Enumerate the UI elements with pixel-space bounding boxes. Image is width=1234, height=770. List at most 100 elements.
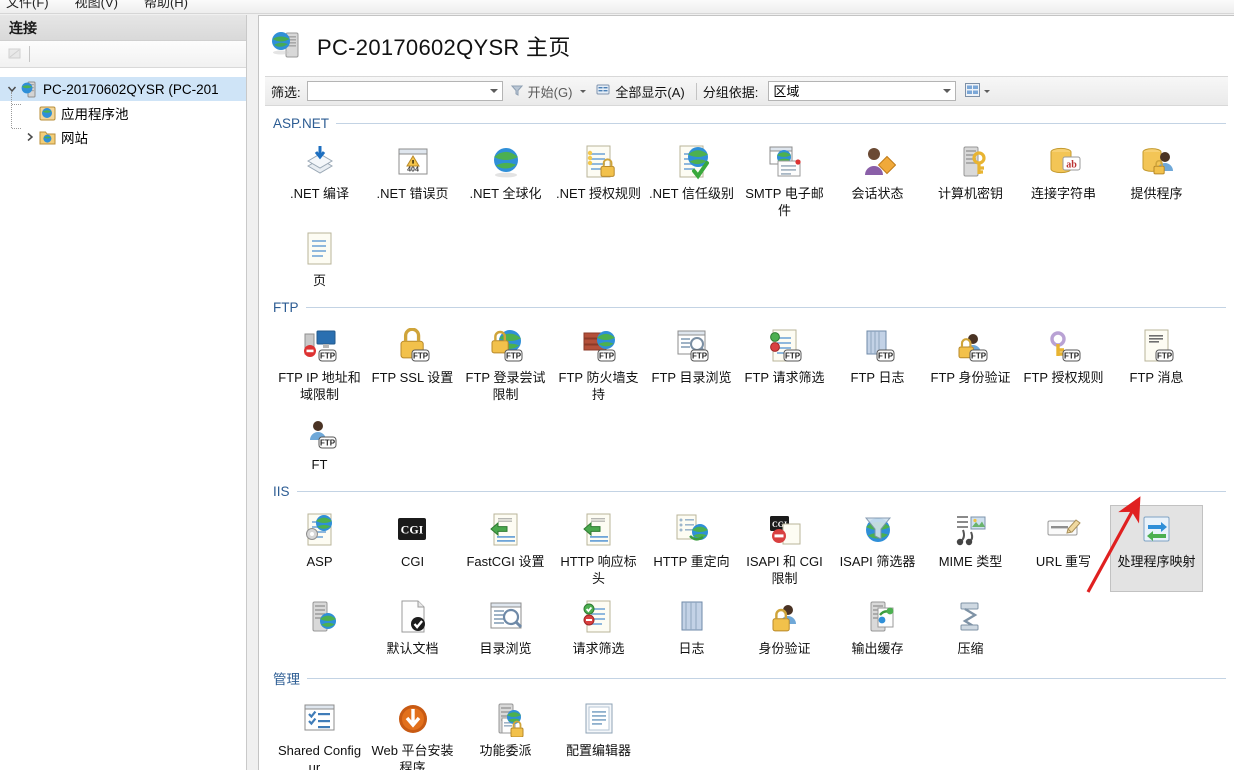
feature-tile[interactable]: .NET 授权规则 <box>552 137 645 224</box>
feature-tile[interactable]: FTP FTP 授权规则 <box>1017 321 1110 408</box>
menu-item[interactable]: 视图(V) <box>75 0 118 11</box>
feature-tile[interactable]: 页 <box>273 224 366 294</box>
feature-tile-label: 目录浏览 <box>479 641 532 656</box>
feature-tile[interactable]: HTTP 响应标头 <box>552 505 645 592</box>
authentication-icon <box>767 599 803 635</box>
handler-mappings-icon <box>1139 512 1175 548</box>
chevron-down-icon[interactable] <box>984 89 991 93</box>
feature-tile-label: 配置编辑器 <box>565 743 631 758</box>
show-all-label: 全部显示(A) <box>615 84 685 100</box>
feature-tile-label: FTP 身份验证 <box>930 370 1011 385</box>
feature-tile[interactable]: FTP FT <box>273 408 366 478</box>
chevron-down-icon[interactable] <box>489 89 498 93</box>
view-mode-icon <box>964 82 981 101</box>
feature-tile[interactable]: 计算机密钥 <box>924 137 1017 224</box>
view-mode-button[interactable] <box>964 82 991 101</box>
feature-tile-label: FTP SSL 设置 <box>371 370 454 385</box>
chevron-down-icon[interactable] <box>943 89 952 93</box>
feature-tile[interactable]: FTP FTP 防火墙支持 <box>552 321 645 408</box>
feature-tile[interactable]: FTP FTP IP 地址和域限制 <box>273 321 366 408</box>
feature-tile[interactable]: 处理程序映射 <box>1110 505 1203 592</box>
compression-icon <box>953 599 989 635</box>
feature-tile[interactable]: 身份验证 <box>738 592 831 662</box>
feature-tile-label: FTP 登录尝试限制 <box>465 370 546 402</box>
feature-group: 管理 Shared Configur... Web 平台安装程序 功能委派 配置编辑器 <box>273 668 1234 770</box>
feature-tile[interactable]: 提供程序 <box>1110 137 1203 224</box>
feature-group: IIS ASP CGI CGI FastCGI 设置 HTTP 响应标头 HTTP 重定… <box>273 484 1234 662</box>
feature-tile[interactable]: 配置编辑器 <box>552 694 645 770</box>
filter-go-button[interactable]: 开始(G) <box>505 80 592 102</box>
group-by-select[interactable]: 区域 <box>768 81 957 101</box>
feature-tile[interactable]: FTP FTP 消息 <box>1110 321 1203 408</box>
show-all-button[interactable]: 全部显示(A) <box>591 80 689 102</box>
feature-tile[interactable]: Shared Configur... <box>273 694 366 770</box>
feature-tile-label: FTP IP 地址和域限制 <box>278 370 361 402</box>
feature-tile-label: 功能委派 <box>479 743 532 758</box>
feature-tile[interactable]: .NET 编译 <box>273 137 366 224</box>
tree-item[interactable]: 应用程序池 <box>0 101 246 125</box>
sites-folder-icon <box>39 129 56 146</box>
filter-input[interactable] <box>306 81 503 101</box>
feature-tile-label: 页 <box>312 273 326 288</box>
feature-tile[interactable]: 默认文档 <box>366 592 459 662</box>
tree-item[interactable]: 网站 <box>0 125 246 149</box>
feature-tile[interactable]: 输出缓存 <box>831 592 924 662</box>
ftp-authentication-icon: FTP <box>953 328 989 364</box>
feature-tile[interactable]: CGI CGI <box>366 505 459 592</box>
feature-tile[interactable]: .NET 全球化 <box>459 137 552 224</box>
feature-tile[interactable]: 请求筛选 <box>552 592 645 662</box>
feature-tile[interactable]: FTP FTP 目录浏览 <box>645 321 738 408</box>
chevron-down-icon[interactable] <box>580 89 587 93</box>
feature-tile[interactable]: FTP FTP 日志 <box>831 321 924 408</box>
connections-tree[interactable]: PC-20170602QYSR (PC-201 应用程序池 网站 <box>0 68 246 149</box>
feature-tile-label: HTTP 响应标头 <box>560 554 637 586</box>
feature-tile[interactable]: FastCGI 设置 <box>459 505 552 592</box>
feature-tile-label: FTP 消息 <box>1129 370 1184 385</box>
tree-connector <box>11 92 12 128</box>
chevron-down-icon[interactable] <box>4 81 20 97</box>
filter-toolbar: 筛选: 开始(G) 全部显示(A) 分组依据: 区域 <box>265 76 1228 106</box>
connections-pane: 连接 PC-20170602QYSR (PC-201 应用程序池 网站 <box>0 15 247 770</box>
menu-item[interactable]: 帮助(H) <box>144 0 188 11</box>
menu-bar: 文件(F) 视图(V) 帮助(H) <box>0 0 1234 14</box>
feature-tile-list: ASP CGI CGI FastCGI 设置 HTTP 响应标头 HTTP 重定向 CGI… <box>273 499 1234 662</box>
toolbar-divider <box>695 82 697 100</box>
feature-tile[interactable]: 日志 <box>645 592 738 662</box>
feature-tile[interactable] <box>273 592 366 662</box>
feature-tile-label: .NET 全球化 <box>469 186 542 201</box>
svg-text:FTP: FTP <box>691 351 707 360</box>
feature-tile[interactable]: MIME 类型 <box>924 505 1017 592</box>
chevron-right-icon[interactable] <box>22 129 38 145</box>
feature-tile[interactable]: URL 重写 <box>1017 505 1110 592</box>
feature-tile-label: ISAPI 和 CGI 限制 <box>746 554 823 586</box>
connect-to-icon[interactable] <box>6 45 24 63</box>
feature-tile[interactable]: FTP FTP 登录尝试限制 <box>459 321 552 408</box>
feature-tile[interactable]: HTTP 重定向 <box>645 505 738 592</box>
tree-item[interactable]: PC-20170602QYSR (PC-201 <box>0 77 246 101</box>
feature-tile[interactable]: ab 连接字符串 <box>1017 137 1110 224</box>
feature-tile[interactable]: Web 平台安装程序 <box>366 694 459 770</box>
feature-tile[interactable]: FTP FTP 身份验证 <box>924 321 1017 408</box>
feature-tile[interactable]: FTP FTP SSL 设置 <box>366 321 459 408</box>
feature-tile[interactable]: 压缩 <box>924 592 1017 662</box>
connections-toolbar <box>0 41 246 68</box>
feature-tile[interactable]: SMTP 电子邮件 <box>738 137 831 224</box>
feature-tile[interactable]: FTP FTP 请求筛选 <box>738 321 831 408</box>
ftp-logging-icon: FTP <box>860 328 896 364</box>
feature-tile[interactable]: 会话状态 <box>831 137 924 224</box>
feature-tile[interactable]: 目录浏览 <box>459 592 552 662</box>
menu-item[interactable]: 文件(F) <box>6 0 49 11</box>
feature-group: ASP.NET .NET 编译 404 .NET 错误页 .NET 全球化 .NET … <box>273 116 1234 294</box>
default-document-icon <box>395 599 431 635</box>
feature-tile[interactable]: 404 .NET 错误页 <box>366 137 459 224</box>
feature-tile[interactable]: 功能委派 <box>459 694 552 770</box>
providers-icon <box>1139 144 1175 180</box>
feature-tile-label: 身份验证 <box>758 641 811 656</box>
feature-tile-label: FTP 目录浏览 <box>651 370 732 385</box>
connections-pane-title: 连接 <box>0 15 246 41</box>
feature-tile[interactable]: ISAPI 筛选器 <box>831 505 924 592</box>
feature-tile[interactable]: .NET 信任级别 <box>645 137 738 224</box>
feature-tile[interactable]: CGI ISAPI 和 CGI 限制 <box>738 505 831 592</box>
feature-tile[interactable]: ASP <box>273 505 366 592</box>
feature-tile-label: 默认文档 <box>386 641 439 656</box>
